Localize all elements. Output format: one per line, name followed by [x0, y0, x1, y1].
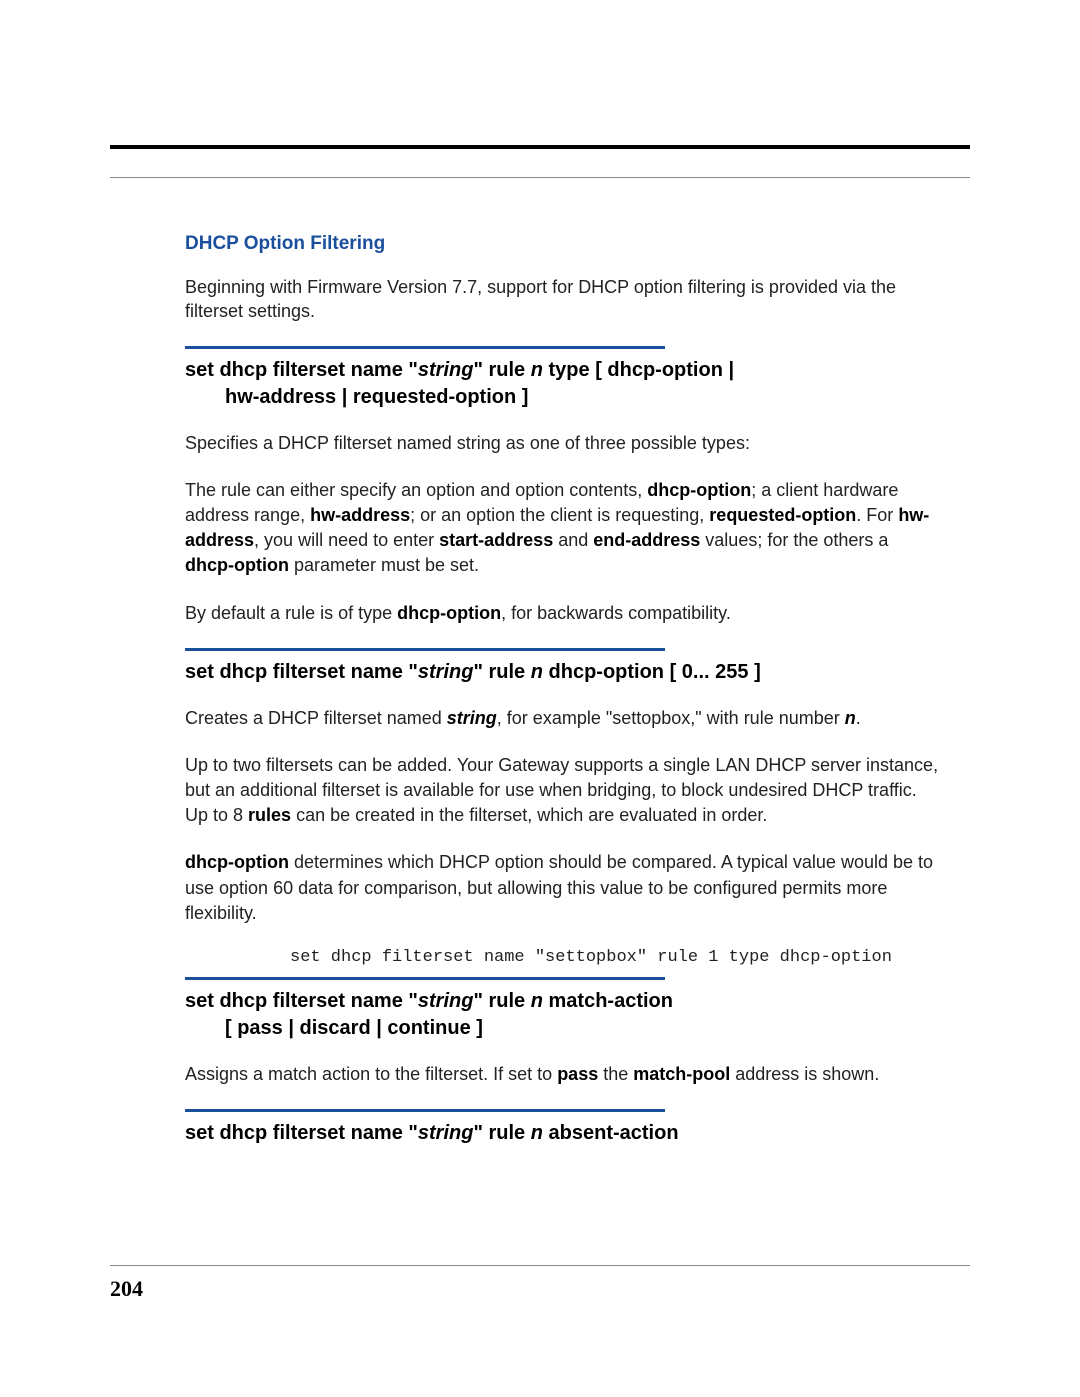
cmd-param: string: [418, 359, 474, 381]
cmd-text: dhcp-option [ 0... 255 ]: [543, 661, 761, 683]
text-run: , for example "settopbox," with rule num…: [497, 708, 845, 728]
text-bold: dhcp-option: [397, 603, 501, 623]
text-bold: pass: [557, 1064, 598, 1084]
page-footer: 204: [110, 1265, 970, 1302]
text-run: . For: [856, 505, 898, 525]
top-rule: [110, 145, 970, 149]
command-heading-absent-action: set dhcp filterset name "string" rule n …: [185, 1120, 940, 1147]
text-run: By default a rule is of type: [185, 603, 397, 623]
cmd-param: n: [531, 359, 543, 381]
cmd-text: absent-action: [543, 1122, 679, 1144]
cmd-text: set dhcp filterset name ": [185, 359, 418, 381]
text-bold: start-address: [439, 530, 553, 550]
text-run: and: [553, 530, 593, 550]
text-run: .: [856, 708, 861, 728]
text-bold: dhcp-option: [185, 852, 289, 872]
footer-rule: [110, 1265, 970, 1266]
paragraph: dhcp-option determines which DHCP option…: [185, 850, 940, 926]
text-run: , for backwards compatibility.: [501, 603, 731, 623]
cmd-text: set dhcp filterset name ": [185, 661, 418, 683]
paragraph: Creates a DHCP filterset named string, f…: [185, 706, 940, 731]
paragraph: Assigns a match action to the filterset.…: [185, 1062, 940, 1087]
cmd-text: type [ dhcp-option |: [543, 359, 734, 381]
text-bold: dhcp-option: [647, 480, 751, 500]
cmd-param: n: [531, 1122, 543, 1144]
page-content: DHCP Option Filtering Beginning with Fir…: [110, 233, 970, 1147]
text-run: Creates a DHCP filterset named: [185, 708, 447, 728]
command-heading-type: set dhcp filterset name "string" rule n …: [185, 357, 940, 411]
text-bolditalic: string: [447, 708, 497, 728]
divider-rule: [185, 648, 665, 651]
text-run: Assigns a match action to the filterset.…: [185, 1064, 557, 1084]
divider-rule: [185, 977, 665, 980]
cmd-text: match-action: [543, 990, 673, 1012]
cmd-text: set dhcp filterset name ": [185, 1122, 418, 1144]
text-run: can be created in the filterset, which a…: [291, 805, 767, 825]
cmd-param: string: [418, 1122, 474, 1144]
text-run: , you will need to enter: [254, 530, 439, 550]
cmd-param: n: [531, 661, 543, 683]
text-run: address is shown.: [730, 1064, 879, 1084]
text-run: ; or an option the client is requesting,: [410, 505, 709, 525]
cmd-text: hw-address | requested-option ]: [185, 384, 528, 411]
cmd-text: " rule: [473, 359, 530, 381]
cmd-param: string: [418, 990, 474, 1012]
divider-rule: [185, 346, 665, 349]
text-bold: dhcp-option: [185, 555, 289, 575]
cmd-text: " rule: [473, 661, 530, 683]
text-bold: requested-option: [709, 505, 856, 525]
paragraph: Up to two filtersets can be added. Your …: [185, 753, 940, 829]
text-bolditalic: n: [845, 708, 856, 728]
paragraph: The rule can either specify an option an…: [185, 478, 940, 579]
command-heading-match-action: set dhcp filterset name "string" rule n …: [185, 988, 940, 1042]
section-heading: DHCP Option Filtering: [185, 233, 940, 255]
cmd-text: " rule: [473, 990, 530, 1012]
command-heading-dhcp-option: set dhcp filterset name "string" rule n …: [185, 659, 940, 686]
paragraph: Specifies a DHCP filterset named string …: [185, 431, 940, 456]
text-run: the: [598, 1064, 633, 1084]
text-bold: end-address: [593, 530, 700, 550]
cmd-param: string: [418, 661, 474, 683]
cmd-text: set dhcp filterset name ": [185, 990, 418, 1012]
divider-rule: [185, 1109, 665, 1112]
code-example: set dhcp filterset name "settopbox" rule…: [185, 948, 940, 967]
text-bold: match-pool: [633, 1064, 730, 1084]
page-number: 204: [110, 1276, 970, 1302]
text-run: parameter must be set.: [289, 555, 479, 575]
text-run: The rule can either specify an option an…: [185, 480, 647, 500]
header-rule: [110, 177, 970, 178]
text-run: values; for the others a: [700, 530, 888, 550]
text-bold: hw-address: [310, 505, 410, 525]
text-run: determines which DHCP option should be c…: [185, 852, 933, 922]
paragraph: By default a rule is of type dhcp-option…: [185, 601, 940, 626]
intro-paragraph: Beginning with Firmware Version 7.7, sup…: [185, 275, 940, 324]
cmd-param: n: [531, 990, 543, 1012]
text-bold: rules: [248, 805, 291, 825]
cmd-text: [ pass | discard | continue ]: [185, 1015, 483, 1042]
cmd-text: " rule: [473, 1122, 530, 1144]
